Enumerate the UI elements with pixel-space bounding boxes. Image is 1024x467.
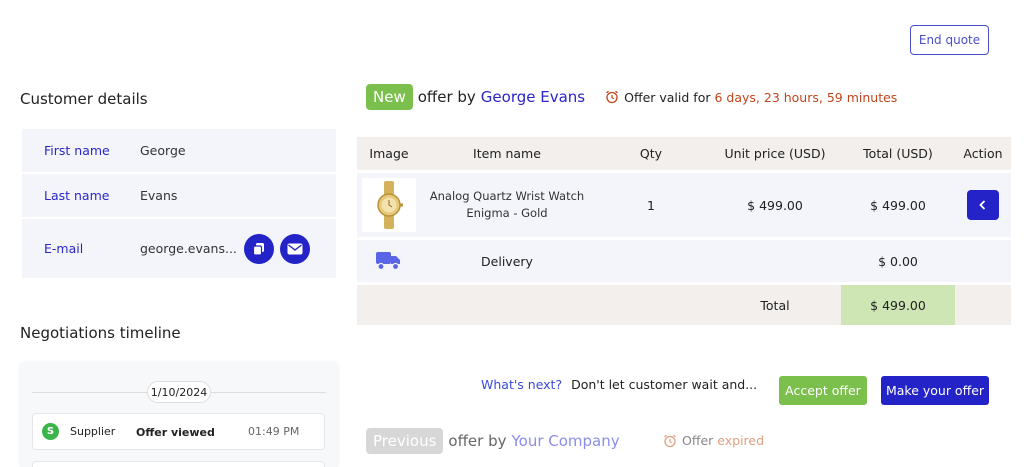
first-name-label: First name xyxy=(44,143,110,158)
item-image-cell xyxy=(357,178,421,232)
truck-icon xyxy=(376,252,400,271)
last-name-value: Evans xyxy=(140,188,178,203)
delivery-label: Delivery xyxy=(481,253,533,269)
supplier-avatar: S xyxy=(42,423,59,440)
end-quote-button[interactable]: End quote xyxy=(910,25,989,55)
make-offer-button[interactable]: Make your offer xyxy=(881,376,989,405)
offer-header: New offer by George Evans Offer valid fo… xyxy=(366,84,897,110)
timeline-date: 1/10/2024 xyxy=(147,381,211,403)
item-total: $ 499.00 xyxy=(870,197,926,213)
whats-next-bar: What's next? Don't let customer wait and… xyxy=(481,377,757,392)
negotiations-timeline: 1/10/2024 S Supplier Offer viewed 01:49 … xyxy=(20,362,338,467)
previous-by-text: offer by xyxy=(448,432,507,450)
col-qty: Qty xyxy=(639,146,663,161)
timeline-actor: Supplier xyxy=(70,425,116,438)
chevron-left-icon xyxy=(979,200,986,210)
previous-validity: Offer expired xyxy=(663,433,764,448)
previous-offer-word: Offer xyxy=(682,433,714,448)
copy-icon xyxy=(252,242,264,256)
timeline-title: Negotiations timeline xyxy=(20,324,181,342)
countdown: 6 days, 23 hours, 59 minutes xyxy=(714,89,898,105)
col-item-name: Item name xyxy=(473,146,541,161)
col-image: Image xyxy=(369,146,409,161)
item-action-cell xyxy=(955,190,1011,220)
delivery-icon-cell xyxy=(357,251,421,271)
item-name-line2: Enigma - Gold xyxy=(466,206,548,220)
email-value: george.evans... xyxy=(140,241,236,256)
table-row: Analog Quartz Wrist Watch Enigma - Gold … xyxy=(357,173,1011,237)
offer-by-text: offer by xyxy=(417,88,476,106)
email-label: E-mail xyxy=(44,241,84,256)
offer-items-table: Image Item name Qty Unit price (USD) Tot… xyxy=(357,137,1011,325)
envelope-icon xyxy=(287,243,303,254)
offer-customer-link[interactable]: George Evans xyxy=(481,88,585,106)
last-name-row: Last name Evans xyxy=(22,174,336,217)
delivery-total: $ 0.00 xyxy=(878,253,918,269)
send-email-button[interactable] xyxy=(280,233,310,264)
customer-details-card: First name George Last name Evans E-mail… xyxy=(22,129,336,280)
timeline-entry: S Supplier Offer viewed 01:49 PM xyxy=(32,413,325,450)
timeline-entry-partial xyxy=(32,461,325,467)
watch-image xyxy=(362,178,416,232)
alarm-clock-icon xyxy=(606,90,619,104)
valid-for-text: Offer valid for xyxy=(624,89,711,105)
customer-details-title: Customer details xyxy=(20,90,148,108)
new-badge: New xyxy=(366,84,413,110)
item-name-line1: Analog Quartz Wrist Watch xyxy=(429,189,585,203)
last-name-label: Last name xyxy=(44,188,110,203)
col-unit-price: Unit price (USD) xyxy=(724,146,826,161)
offer-validity: Offer valid for 6 days, 23 hours, 59 min… xyxy=(605,90,897,105)
previous-company-link[interactable]: Your Company xyxy=(511,432,619,450)
previous-badge: Previous xyxy=(366,428,444,454)
col-total: Total (USD) xyxy=(863,146,933,161)
whats-next-link[interactable]: What's next? xyxy=(481,377,562,392)
total-label: Total xyxy=(760,297,790,313)
item-name: Analog Quartz Wrist Watch Enigma - Gold xyxy=(421,188,593,222)
total-value: $ 499.00 xyxy=(841,285,955,325)
timeline-time: 01:49 PM xyxy=(248,425,300,438)
table-header: Image Item name Qty Unit price (USD) Tot… xyxy=(357,137,1011,170)
delivery-row: Delivery $ 0.00 xyxy=(357,240,1011,282)
previous-status: expired xyxy=(717,433,765,448)
email-row: E-mail george.evans... xyxy=(22,219,336,278)
item-unit-price: $ 499.00 xyxy=(747,197,803,213)
watch-icon xyxy=(377,181,403,229)
first-name-row: First name George xyxy=(22,129,336,172)
col-action: Action xyxy=(963,146,1003,161)
alarm-clock-icon xyxy=(664,434,676,447)
whats-next-text: Don't let customer wait and... xyxy=(571,377,758,392)
previous-offer-header: Previous offer by Your Company xyxy=(366,428,620,454)
accept-offer-button[interactable]: Accept offer xyxy=(779,376,867,405)
copy-email-button[interactable] xyxy=(244,233,274,264)
first-name-value: George xyxy=(140,143,186,158)
timeline-event: Offer viewed xyxy=(136,426,215,439)
item-qty: 1 xyxy=(647,197,655,213)
total-row: Total $ 499.00 xyxy=(357,285,1011,325)
item-action-button[interactable] xyxy=(967,190,999,220)
